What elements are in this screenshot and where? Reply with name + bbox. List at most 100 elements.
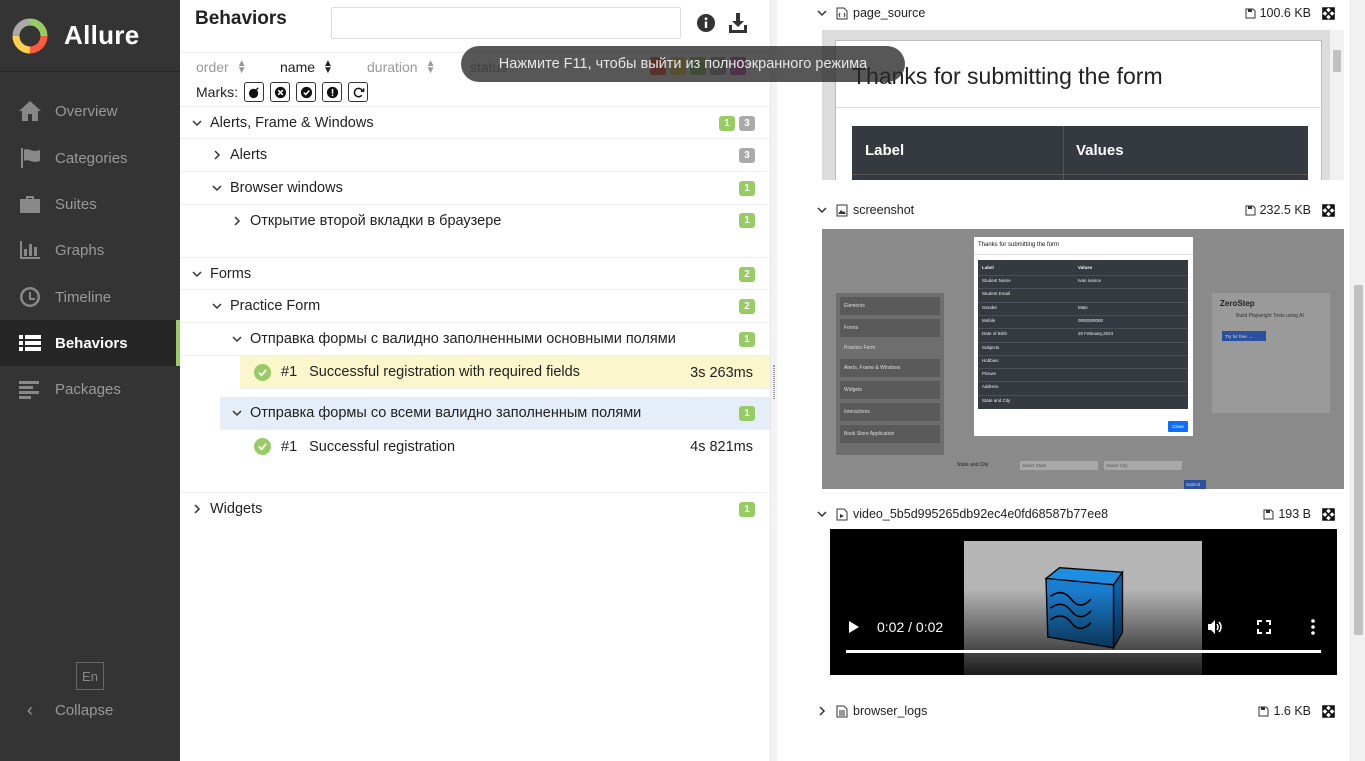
- file-text-icon: [836, 705, 848, 717]
- fullscreen-icon[interactable]: [1257, 620, 1271, 634]
- new-passed-mark-button[interactable]: [296, 82, 316, 102]
- passed-count-badge: 2: [739, 299, 755, 314]
- video-player[interactable]: 0:02 / 0:02: [830, 529, 1337, 675]
- bar-chart-icon: [20, 241, 40, 259]
- screenshot-preview[interactable]: Elements Forms Practice Form Alerts, Fra…: [822, 229, 1344, 489]
- sort-order[interactable]: order ▲ ▼: [196, 58, 247, 75]
- attachment-size: 100.6 KB: [1259, 6, 1311, 20]
- test-case-all-fields[interactable]: #1 Successful registration 4s 821ms: [240, 430, 770, 463]
- bg-city-select: Select City: [1104, 461, 1182, 470]
- collapse-label: Collapse: [55, 702, 114, 719]
- attachment-header-browser-logs[interactable]: browser_logs 1.6 KB: [817, 698, 1345, 724]
- chevron-right-icon: [190, 504, 204, 514]
- tree-group-forms[interactable]: Forms 2: [180, 257, 770, 290]
- tree-group-new-tab[interactable]: Открытие второй вкладки в браузере 1: [180, 204, 770, 237]
- retries-mark-button[interactable]: [348, 82, 368, 102]
- collapse-button[interactable]: ‹ Collapse: [18, 700, 113, 721]
- video-progress-track[interactable]: [846, 650, 1321, 653]
- test-case-required-fields[interactable]: #1 Successful registration with required…: [240, 356, 770, 389]
- modal-cell: Ivan Ivanov: [1078, 278, 1102, 283]
- fullscreen-notification: Нажмите F11, чтобы выйти из полноэкранно…: [461, 46, 905, 82]
- sort-name-label: name: [280, 58, 316, 75]
- language-button[interactable]: En: [76, 662, 104, 690]
- home-icon: [19, 101, 41, 121]
- passed-count-badge: 1: [719, 116, 735, 131]
- sidebar-item-graphs[interactable]: Graphs: [0, 227, 180, 273]
- sidebar-item-timeline[interactable]: Timeline: [0, 274, 180, 320]
- new-broken-mark-button[interactable]: [322, 82, 342, 102]
- sidebar-item-label: Timeline: [55, 288, 112, 306]
- tree-group-story-all[interactable]: Отправка формы со всеми валидно заполнен…: [220, 397, 770, 430]
- chevron-left-icon: ‹: [27, 700, 33, 720]
- page-scrollbar[interactable]: [1350, 0, 1365, 761]
- expand-icon[interactable]: [1322, 6, 1335, 20]
- modal-cell: Mobile: [982, 317, 996, 323]
- sort-arrows-icon: ▲ ▼: [425, 57, 436, 76]
- attachment-name: page_source: [853, 6, 926, 20]
- passed-status-icon: [254, 438, 271, 455]
- tree-group-practice-form[interactable]: Practice Form 2: [180, 290, 770, 323]
- video-progress-fill: [846, 650, 1321, 653]
- attachment-header-screenshot[interactable]: screenshot 232.5 KB: [817, 197, 1345, 223]
- sidebar-item-overview[interactable]: Overview: [0, 88, 180, 134]
- play-icon[interactable]: [848, 620, 860, 634]
- bg-state-label: State and City: [957, 462, 989, 468]
- tree-group-alerts[interactable]: Alerts 3: [180, 139, 770, 172]
- expand-icon[interactable]: [1322, 704, 1335, 718]
- screenshot-bg-menu: Elements Forms Practice Form Alerts, Fra…: [836, 293, 944, 455]
- chevron-down-icon: [230, 408, 244, 418]
- attachment-header-video[interactable]: video_5b5d995265db92ec4e0fd68587b77ee8 1…: [817, 501, 1345, 527]
- tree-group-browser-windows[interactable]: Browser windows 1: [180, 172, 770, 205]
- new-failed-mark-button[interactable]: [270, 82, 290, 102]
- modal-cell: Values: [1078, 265, 1093, 270]
- sidebar-item-categories[interactable]: Categories: [0, 135, 180, 181]
- expand-icon[interactable]: [1322, 203, 1335, 217]
- flaky-mark-button[interactable]: [244, 82, 264, 102]
- pane-splitter[interactable]: [770, 0, 777, 761]
- skipped-count-badge: 3: [739, 116, 755, 131]
- attachment-header-page-source[interactable]: page_source 100.6 KB: [817, 0, 1345, 26]
- tree-group-label: Browser windows: [230, 180, 343, 196]
- info-icon[interactable]: [696, 13, 716, 33]
- video-time: 0:02 / 0:02: [877, 619, 944, 635]
- tree-group-widgets[interactable]: Widgets 1: [180, 492, 770, 525]
- volume-icon[interactable]: [1207, 619, 1224, 635]
- search-input[interactable]: [331, 7, 681, 39]
- sidebar-item-suites[interactable]: Suites: [0, 181, 180, 227]
- clock-icon: [20, 287, 41, 307]
- modal-table: Label Values Student Name Ivan Ivanov Studen…: [978, 260, 1188, 409]
- app-name: Allure: [64, 20, 140, 50]
- modal-cell: Gender: [982, 304, 998, 310]
- download-icon[interactable]: [728, 12, 748, 34]
- tree-group-label: Alerts: [230, 147, 268, 163]
- floppy-icon: [1258, 706, 1269, 716]
- chevron-down-icon: [230, 334, 244, 344]
- sidebar-item-packages[interactable]: Packages: [0, 366, 180, 412]
- expand-icon[interactable]: [1322, 507, 1335, 521]
- tree-group-story-required[interactable]: Отправка формы с валидно заполненными ос…: [180, 323, 770, 356]
- exclamation-circle-icon: [326, 86, 338, 98]
- passed-count-badge: 1: [739, 332, 755, 347]
- bg-ad-title: Build Playwright Tests using AI: [1236, 313, 1304, 319]
- sort-duration[interactable]: duration ▲ ▼: [367, 57, 436, 76]
- modal-cell: 0000000000: [1078, 317, 1104, 323]
- sidebar-item-label: Behaviors: [55, 334, 128, 352]
- test-number: #1: [281, 438, 298, 455]
- passed-count-badge: 1: [739, 406, 755, 421]
- bg-menu-item: Interactions: [840, 403, 940, 421]
- sidebar-item-behaviors[interactable]: Behaviors: [0, 320, 180, 366]
- tree-group-alerts-frame-windows[interactable]: Alerts, Frame & Windows 13: [180, 106, 770, 139]
- preview-scrollbar[interactable]: [1330, 30, 1344, 180]
- sidebar-item-label: Categories: [55, 149, 128, 167]
- bg-ad-brand: ZeroStep: [1220, 299, 1255, 308]
- sidebar-item-label: Overview: [55, 102, 118, 120]
- tree-group-label: Открытие второй вкладки в браузере: [250, 212, 502, 229]
- attachment-name: browser_logs: [853, 704, 928, 718]
- preview-col-values: Values: [1076, 142, 1124, 159]
- scrollbar-thumb[interactable]: [1354, 285, 1363, 635]
- more-options-icon[interactable]: [1311, 619, 1315, 635]
- passed-count-badge: 1: [739, 502, 755, 517]
- page-title: Behaviors: [195, 8, 287, 29]
- logo[interactable]: Allure: [0, 0, 180, 72]
- sort-name[interactable]: name ▲ ▼: [280, 58, 333, 75]
